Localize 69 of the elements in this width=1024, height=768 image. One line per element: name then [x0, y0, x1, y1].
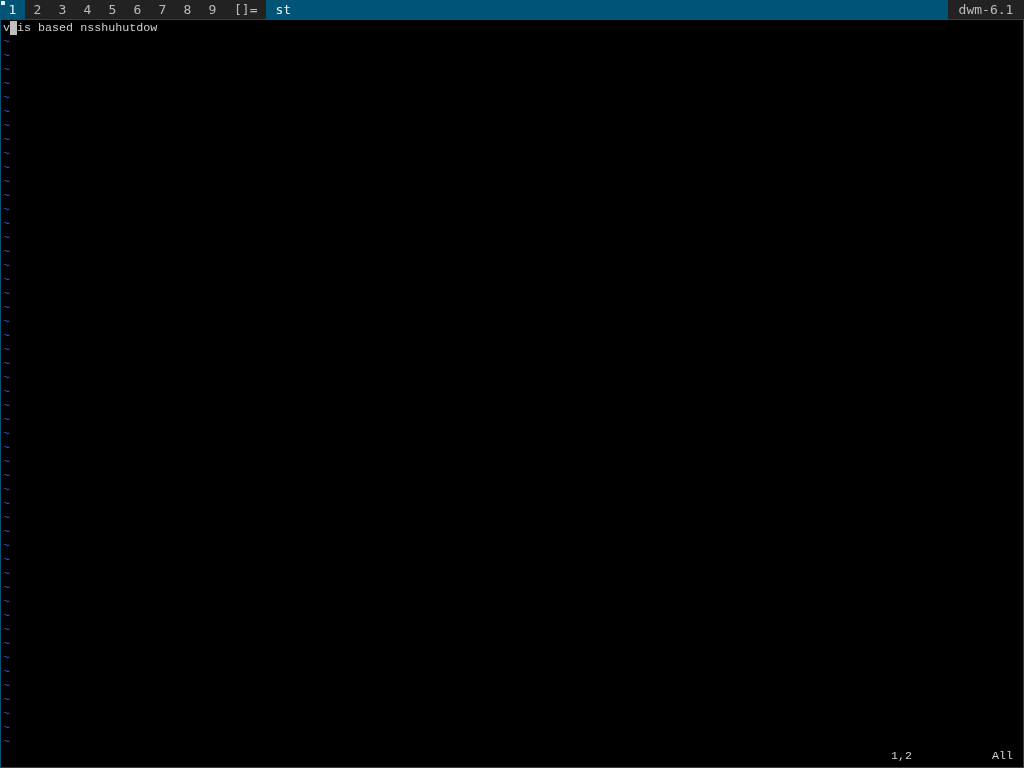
empty-line-tilde: ~ — [3, 147, 10, 161]
empty-line-tilde: ~ — [3, 35, 10, 49]
empty-line-tilde: ~ — [3, 63, 10, 77]
text-line: v — [3, 21, 10, 35]
empty-line-tilde: ~ — [3, 189, 10, 203]
empty-line-tilde: ~ — [3, 105, 10, 119]
occupied-indicator-icon — [1, 1, 5, 5]
workspace-tag[interactable]: 2 — [25, 0, 50, 19]
empty-line-tilde: ~ — [3, 679, 10, 693]
empty-line-tilde: ~ — [3, 49, 10, 63]
empty-line-tilde: ~ — [3, 413, 10, 427]
empty-line-tilde: ~ — [3, 595, 10, 609]
empty-line-tilde: ~ — [3, 665, 10, 679]
empty-line-tilde: ~ — [3, 119, 10, 133]
empty-line-tilde: ~ — [3, 231, 10, 245]
empty-line-tilde: ~ — [3, 623, 10, 637]
empty-line-tilde: ~ — [3, 343, 10, 357]
workspace-tag[interactable]: 9 — [200, 0, 225, 19]
empty-line-tilde: ~ — [3, 273, 10, 287]
empty-line-tilde: ~ — [3, 203, 10, 217]
empty-line-tilde: ~ — [3, 441, 10, 455]
workspace-tag[interactable]: 8 — [175, 0, 200, 19]
empty-line-tilde: ~ — [3, 455, 10, 469]
empty-line-tilde: ~ — [3, 427, 10, 441]
empty-line-tilde: ~ — [3, 315, 10, 329]
empty-line-tilde: ~ — [3, 581, 10, 595]
text-cursor — [10, 21, 17, 35]
empty-line-tilde: ~ — [3, 357, 10, 371]
empty-line-tilde: ~ — [3, 371, 10, 385]
empty-line-tilde: ~ — [3, 609, 10, 623]
empty-line-tilde: ~ — [3, 259, 10, 273]
empty-line-tilde: ~ — [3, 77, 10, 91]
empty-line-tilde: ~ — [3, 301, 10, 315]
empty-line-tilde: ~ — [3, 133, 10, 147]
workspace-tag[interactable]: 5 — [100, 0, 125, 19]
layout-symbol: []= — [233, 1, 259, 19]
empty-line-tilde: ~ — [3, 385, 10, 399]
window-title: st — [275, 2, 292, 17]
empty-line-tilde: ~ — [3, 553, 10, 567]
workspace-tag[interactable]: 7 — [150, 0, 175, 19]
workspace-tag[interactable]: 4 — [75, 0, 100, 19]
empty-line-tilde: ~ — [3, 567, 10, 581]
empty-line-tilde: ~ — [3, 175, 10, 189]
scroll-position: All — [991, 749, 1013, 763]
empty-line-tilde: ~ — [3, 651, 10, 665]
cursor-position: 1,2 — [891, 749, 913, 763]
empty-line-tilde: ~ — [3, 469, 10, 483]
empty-line-tilde: ~ — [3, 161, 10, 175]
empty-line-tilde: ~ — [3, 91, 10, 105]
empty-line-tilde: ~ — [3, 287, 10, 301]
empty-line-tilde: ~ — [3, 399, 10, 413]
empty-line-tilde: ~ — [3, 735, 10, 749]
empty-line-tilde: ~ — [3, 483, 10, 497]
status-text: dwm-6.1 — [957, 1, 1015, 19]
text-line: is based nsshuhutdow — [17, 21, 158, 35]
workspace-tag[interactable]: 6 — [125, 0, 150, 19]
workspace-tag[interactable]: 3 — [50, 0, 75, 19]
empty-line-tilde: ~ — [3, 707, 10, 721]
empty-line-tilde: ~ — [3, 217, 10, 231]
empty-line-tilde: ~ — [3, 721, 10, 735]
empty-line-tilde: ~ — [3, 497, 10, 511]
empty-line-tilde: ~ — [3, 693, 10, 707]
empty-line-tilde: ~ — [3, 637, 10, 651]
empty-line-tilde: ~ — [3, 511, 10, 525]
empty-line-tilde: ~ — [3, 525, 10, 539]
empty-line-tilde: ~ — [3, 245, 10, 259]
empty-line-tilde: ~ — [3, 329, 10, 343]
workspace-tag[interactable]: 1 — [0, 0, 25, 19]
empty-line-tilde: ~ — [3, 539, 10, 553]
